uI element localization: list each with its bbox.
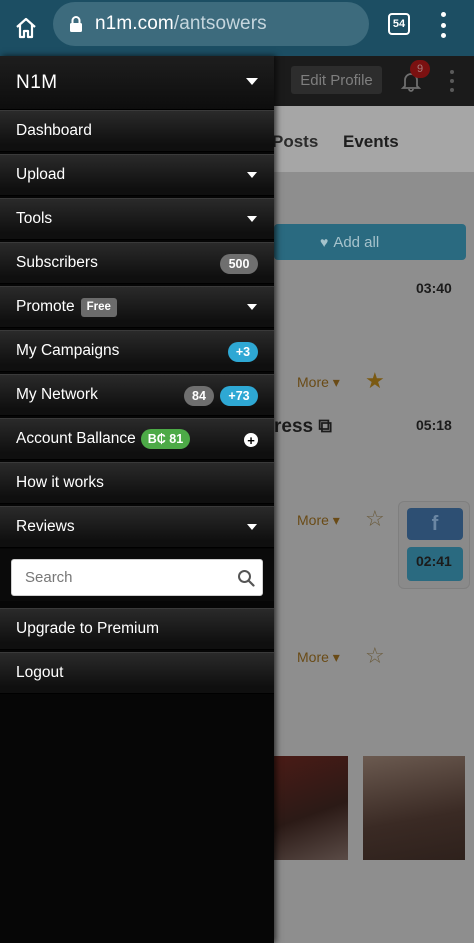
- tab-switcher-button[interactable]: 54: [388, 13, 410, 35]
- caret-down-icon: [247, 172, 257, 178]
- star-outline-icon: ☆: [365, 506, 385, 531]
- caret-down-icon: [247, 304, 257, 310]
- more-link: More ▾: [297, 512, 340, 528]
- menu-item-subscribers[interactable]: Subscribers 500: [0, 242, 274, 284]
- menu-item-upgrade[interactable]: Upgrade to Premium: [0, 608, 274, 650]
- track-time: 05:18: [416, 417, 452, 433]
- artist-photo: [363, 756, 465, 860]
- app-screen: n1m.com/antsowers 54 Edit Profile 9 Post…: [0, 0, 474, 943]
- search-input[interactable]: [12, 560, 232, 595]
- add-all-button: ♥ Add all: [274, 224, 466, 260]
- free-tag: Free: [80, 297, 117, 317]
- campaigns-count-badge: +3: [228, 342, 258, 362]
- tab-events: Events: [343, 132, 399, 151]
- add-funds-icon[interactable]: +: [244, 433, 258, 447]
- facebook-icon: f: [407, 508, 463, 540]
- lock-icon: [70, 16, 82, 32]
- home-icon[interactable]: [0, 0, 52, 56]
- brand-title: N1M: [16, 71, 58, 93]
- subscribers-count-badge: 500: [220, 254, 258, 274]
- menu-item-my-campaigns[interactable]: My Campaigns +3: [0, 330, 274, 372]
- address-bar[interactable]: n1m.com/antsowers: [53, 2, 369, 46]
- menu-item-logout[interactable]: Logout: [0, 652, 274, 694]
- edit-profile-button: Edit Profile: [291, 66, 382, 94]
- network-new-badge: +73: [220, 386, 258, 406]
- menu-item-upload[interactable]: Upload: [0, 154, 274, 196]
- star-outline-icon: ☆: [365, 643, 385, 668]
- drawer-header[interactable]: N1M: [0, 56, 274, 110]
- page-menu-icon: [449, 70, 455, 92]
- tab-posts: Posts: [272, 132, 319, 151]
- browser-menu-icon[interactable]: [433, 12, 453, 38]
- track-title: ress ⧉: [274, 416, 332, 437]
- search-section: [0, 549, 274, 601]
- caret-down-icon: [247, 524, 257, 530]
- more-link: More ▾: [297, 649, 340, 665]
- star-icon: ★: [365, 368, 385, 393]
- nav-drawer: N1M Dashboard Upload Tools Subscribers 5…: [0, 56, 274, 943]
- artist-photo: [274, 756, 348, 860]
- menu-item-dashboard[interactable]: Dashboard: [0, 110, 274, 152]
- menu-item-promote[interactable]: Promote Free: [0, 286, 274, 328]
- caret-down-icon: [246, 78, 258, 85]
- menu-item-how-it-works[interactable]: How it works: [0, 462, 274, 504]
- menu-item-my-network[interactable]: My Network 84 +73: [0, 374, 274, 416]
- menu-item-tools[interactable]: Tools: [0, 198, 274, 240]
- track-time: 02:41: [416, 553, 452, 569]
- notification-badge: 9: [410, 60, 430, 78]
- caret-down-icon: [247, 216, 257, 222]
- heart-icon: ♥: [320, 234, 329, 250]
- search-box: [11, 559, 263, 596]
- balance-badge: B₵ 81: [140, 429, 191, 449]
- search-icon[interactable]: [237, 569, 255, 587]
- more-link: More ▾: [297, 374, 340, 390]
- menu-item-account-balance[interactable]: Account Ballance B₵ 81 +: [0, 418, 274, 460]
- menu-item-reviews[interactable]: Reviews: [0, 506, 274, 548]
- browser-toolbar: n1m.com/antsowers 54: [0, 0, 474, 56]
- network-count-badge: 84: [184, 386, 214, 406]
- url-text: n1m.com/antsowers: [95, 13, 267, 34]
- track-time: 03:40: [416, 280, 452, 296]
